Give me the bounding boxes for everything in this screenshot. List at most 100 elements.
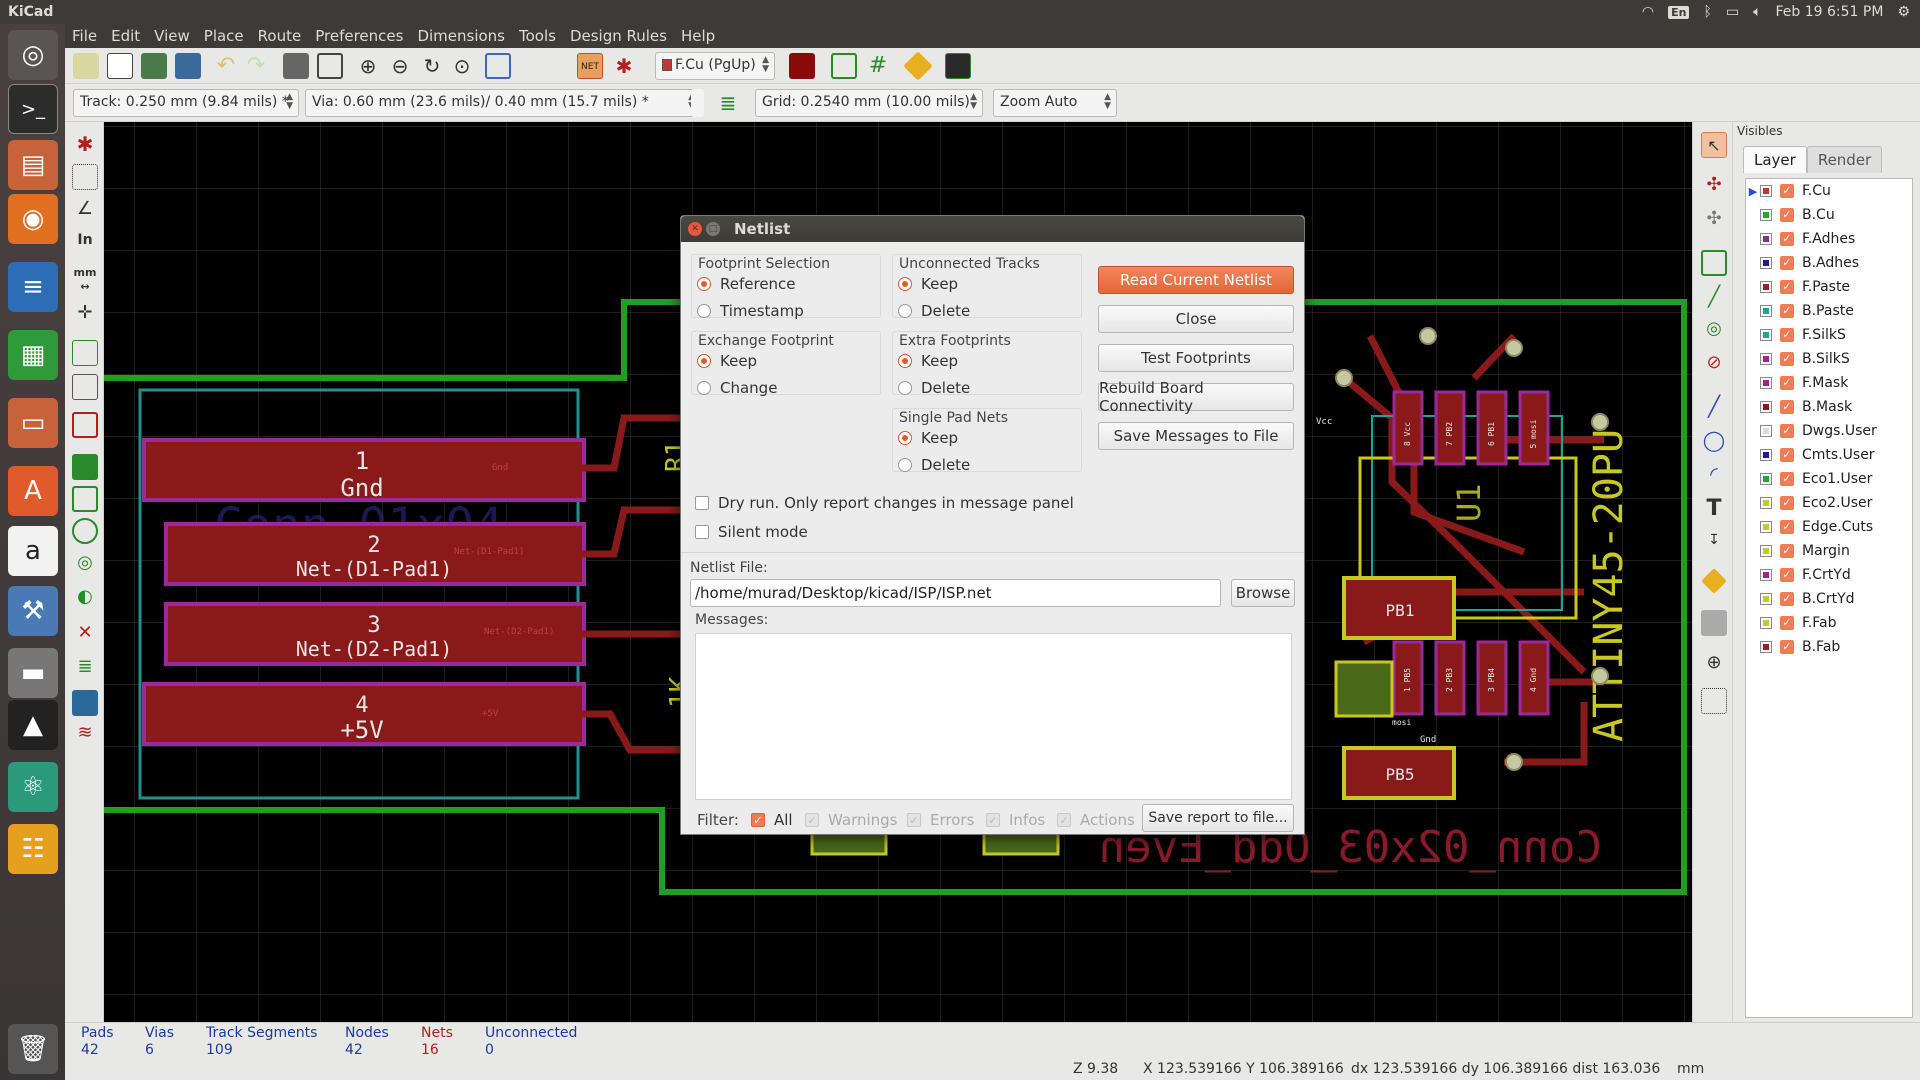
layer-visibility-checkbox[interactable]: ✓ xyxy=(1780,496,1794,510)
zoom-select[interactable]: Zoom Auto ▲ ▼ xyxy=(993,89,1117,117)
filter-errors-checkbox[interactable]: ✓ Errors xyxy=(907,811,974,829)
layer-row[interactable]: ✓ B.SilkS xyxy=(1746,347,1912,371)
microwave-tools-icon[interactable]: ✕ xyxy=(72,622,98,648)
filter-warnings-checkbox[interactable]: ✓ Warnings xyxy=(805,811,898,829)
radio-exchange-change[interactable]: Change xyxy=(697,379,777,397)
software-center-icon[interactable]: A xyxy=(8,466,58,516)
layer-color-swatch[interactable] xyxy=(1760,401,1772,413)
save-messages-button[interactable]: Save Messages to File xyxy=(1098,422,1294,450)
layer-row[interactable]: ✓ F.Adhes xyxy=(1746,227,1912,251)
drc-icon[interactable]: ✱ xyxy=(611,53,637,79)
autoroute-icon[interactable] xyxy=(903,51,933,81)
menu-tools[interactable]: Tools xyxy=(512,27,563,45)
menu-edit[interactable]: Edit xyxy=(104,27,147,45)
isp-pad-3[interactable] xyxy=(1334,660,1394,718)
highlight-net-icon[interactable]: ✣ xyxy=(1701,174,1727,200)
layer-row[interactable]: ✓ B.Fab xyxy=(1746,635,1912,659)
print-icon[interactable] xyxy=(283,53,309,79)
high-contrast-icon[interactable]: ◐ xyxy=(72,586,98,612)
layer-visibility-checkbox[interactable]: ✓ xyxy=(1780,280,1794,294)
page-settings-icon[interactable] xyxy=(107,53,133,79)
terminal-icon[interactable]: >_ xyxy=(8,84,58,134)
radio-reference[interactable]: Reference xyxy=(697,275,796,293)
settings-icon[interactable]: ⚒ xyxy=(8,586,58,636)
layer-row[interactable]: ✓ F.Fab xyxy=(1746,611,1912,635)
layer-row[interactable]: ✓ F.Paste xyxy=(1746,275,1912,299)
layer-visibility-checkbox[interactable]: ✓ xyxy=(1780,352,1794,366)
drill-origin-icon[interactable]: ⊕ xyxy=(1701,652,1727,678)
layer-visibility-checkbox[interactable]: ✓ xyxy=(1780,304,1794,318)
curved-ratsnest-icon[interactable]: ≋ xyxy=(72,722,98,748)
redo-icon[interactable]: ↷ xyxy=(243,53,269,79)
dry-run-checkbox[interactable]: Dry run. Only report changes in message … xyxy=(695,494,1074,512)
add-target-icon[interactable] xyxy=(1701,568,1727,594)
layer-color-swatch[interactable] xyxy=(1760,353,1772,365)
add-circle-icon[interactable]: ◯ xyxy=(1701,428,1727,454)
add-keepout-icon[interactable]: ⊘ xyxy=(1701,352,1727,378)
tab-layer[interactable]: Layer xyxy=(1743,146,1807,173)
layer-visibility-checkbox[interactable]: ✓ xyxy=(1780,424,1794,438)
footprint-mode-icon[interactable] xyxy=(831,53,857,79)
menu-place[interactable]: Place xyxy=(197,27,251,45)
add-line-icon[interactable]: ╱ xyxy=(1701,394,1727,420)
dash-icon[interactable]: ◎ xyxy=(8,30,58,80)
keyboard-layout[interactable]: En xyxy=(1668,5,1690,19)
layer-color-swatch[interactable] xyxy=(1760,521,1772,533)
atom-icon[interactable]: ⚛ xyxy=(8,762,58,812)
clock[interactable]: Feb 19 6:51 PM xyxy=(1776,4,1884,20)
track-width-select[interactable]: Track: 0.250 mm (9.84 mils) * ▲ ▼ xyxy=(73,89,299,117)
layer-visibility-checkbox[interactable]: ✓ xyxy=(1780,184,1794,198)
menu-view[interactable]: View xyxy=(147,27,197,45)
read-netlist-button[interactable]: Read Current Netlist xyxy=(1098,266,1294,294)
layer-color-swatch[interactable] xyxy=(1760,641,1772,653)
redraw-icon[interactable]: ↻ xyxy=(419,53,445,79)
layer-visibility-checkbox[interactable]: ✓ xyxy=(1780,232,1794,246)
add-via-icon[interactable]: ◎ xyxy=(1701,318,1727,344)
layer-row[interactable]: ✓ B.Adhes xyxy=(1746,251,1912,275)
amazon-icon[interactable]: a xyxy=(8,526,58,576)
volume-icon[interactable]: 🔈︎ xyxy=(1753,4,1761,20)
radio-extra-delete[interactable]: Delete xyxy=(898,379,970,397)
layer-row[interactable]: ✓ F.CrtYd xyxy=(1746,563,1912,587)
save-report-button[interactable]: Save report to file... xyxy=(1142,804,1294,832)
plot-icon[interactable] xyxy=(317,53,343,79)
layer-visibility-checkbox[interactable]: ✓ xyxy=(1780,448,1794,462)
layer-color-swatch[interactable] xyxy=(1760,281,1772,293)
radio-extra-keep[interactable]: Keep xyxy=(898,352,958,370)
menu-route[interactable]: Route xyxy=(251,27,309,45)
layer-visibility-checkbox[interactable]: ✓ xyxy=(1780,616,1794,630)
open-board-icon[interactable] xyxy=(141,53,167,79)
track-mode-icon[interactable]: # xyxy=(865,53,891,79)
radio-tracks-delete[interactable]: Delete xyxy=(898,302,970,320)
netlist-file-input[interactable]: /home/murad/Desktop/kicad/ISP/ISP.net xyxy=(690,579,1221,607)
layer-color-swatch[interactable] xyxy=(1760,593,1772,605)
mm-units-icon[interactable]: mm ↔ xyxy=(72,266,98,293)
silent-mode-checkbox[interactable]: Silent mode xyxy=(695,523,808,541)
layer-row[interactable]: ✓ B.Mask xyxy=(1746,395,1912,419)
layer-color-swatch[interactable] xyxy=(1760,617,1772,629)
layer-visibility-checkbox[interactable]: ✓ xyxy=(1780,592,1794,606)
close-button[interactable]: Close xyxy=(1098,305,1294,333)
calc-icon[interactable]: ▦ xyxy=(8,330,58,380)
menu-dimensions[interactable]: Dimensions xyxy=(410,27,512,45)
layer-visibility-checkbox[interactable]: ✓ xyxy=(1780,376,1794,390)
layer-color-swatch[interactable] xyxy=(1760,473,1772,485)
trash-icon[interactable]: 🗑︎ xyxy=(8,1024,58,1074)
filter-infos-checkbox[interactable]: ✓ Infos xyxy=(986,811,1045,829)
menu-design-rules[interactable]: Design Rules xyxy=(563,27,674,45)
module-ratsnest-icon[interactable] xyxy=(72,374,98,400)
layer-visibility-checkbox[interactable]: ✓ xyxy=(1780,520,1794,534)
layer-visibility-checkbox[interactable]: ✓ xyxy=(1780,640,1794,654)
new-board-icon[interactable] xyxy=(73,53,99,79)
layer-color-swatch[interactable] xyxy=(1760,233,1772,245)
layer-row[interactable]: ✓ F.SilkS xyxy=(1746,323,1912,347)
battery-icon[interactable]: ▭ xyxy=(1726,4,1739,20)
footprint-tree-icon[interactable] xyxy=(72,690,98,716)
layer-visibility-checkbox[interactable]: ✓ xyxy=(1780,472,1794,486)
add-text-icon[interactable]: T xyxy=(1701,496,1727,522)
polar-coords-icon[interactable]: ∠ xyxy=(72,198,98,224)
netlist-icon[interactable]: NET xyxy=(577,53,603,79)
grid-select[interactable]: Grid: 0.2540 mm (10.00 mils) ▲ ▼ xyxy=(755,89,983,117)
layer-row[interactable]: ✓ Margin xyxy=(1746,539,1912,563)
via-sketch-icon[interactable] xyxy=(72,518,98,544)
